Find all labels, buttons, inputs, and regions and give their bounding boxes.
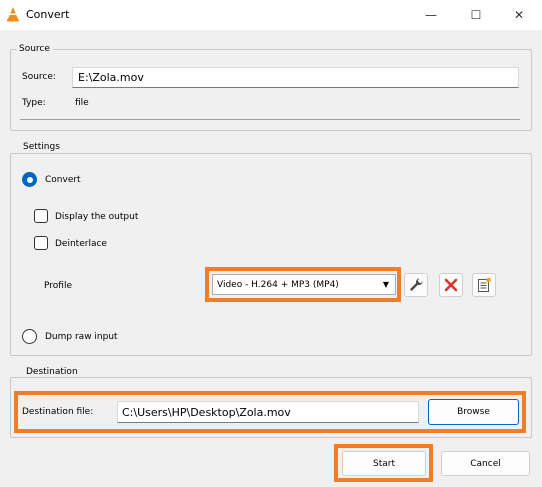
dump-raw-radio[interactable]: [22, 329, 37, 344]
display-output-label[interactable]: Display the output: [55, 212, 138, 222]
source-input[interactable]: [72, 67, 519, 88]
destination-file-input[interactable]: [117, 401, 419, 423]
cancel-button[interactable]: Cancel: [441, 451, 530, 476]
source-label: Source:: [22, 72, 56, 82]
new-profile-button[interactable]: [472, 273, 496, 297]
delete-x-icon: [444, 278, 458, 292]
deinterlace-label[interactable]: Deinterlace: [55, 239, 107, 249]
chevron-down-icon: ▼: [382, 280, 389, 289]
title-bar: Convert — ☐ ✕: [0, 0, 542, 30]
dump-raw-label[interactable]: Dump raw input: [45, 332, 118, 342]
vlc-cone-icon: [7, 7, 19, 22]
profile-selected-value: Video - H.264 + MP3 (MP4): [217, 279, 339, 290]
profile-label: Profile: [44, 281, 72, 291]
destination-file-label: Destination file:: [22, 407, 94, 417]
convert-label[interactable]: Convert: [45, 175, 81, 185]
type-value: file: [75, 98, 89, 108]
deinterlace-checkbox[interactable]: [34, 236, 48, 250]
new-profile-icon: [478, 277, 491, 292]
destination-group-title: Destination: [23, 367, 81, 377]
maximize-button[interactable]: ☐: [453, 0, 499, 30]
source-group-title: Source: [16, 44, 53, 54]
display-output-checkbox[interactable]: [34, 209, 48, 223]
close-button[interactable]: ✕: [496, 0, 542, 30]
settings-group: [10, 153, 532, 356]
browse-button[interactable]: Browse: [428, 399, 519, 425]
start-button[interactable]: Start: [342, 451, 426, 476]
edit-profile-button[interactable]: [404, 273, 428, 297]
profile-select[interactable]: Video - H.264 + MP3 (MP4) ▼: [212, 274, 396, 295]
window-title: Convert: [26, 8, 70, 21]
type-label: Type:: [22, 98, 46, 108]
convert-radio[interactable]: [22, 172, 37, 187]
minimize-button[interactable]: —: [408, 0, 454, 30]
wrench-icon: [410, 278, 423, 291]
delete-profile-button[interactable]: [439, 273, 463, 297]
source-divider: [20, 119, 520, 120]
settings-group-title: Settings: [20, 142, 63, 152]
